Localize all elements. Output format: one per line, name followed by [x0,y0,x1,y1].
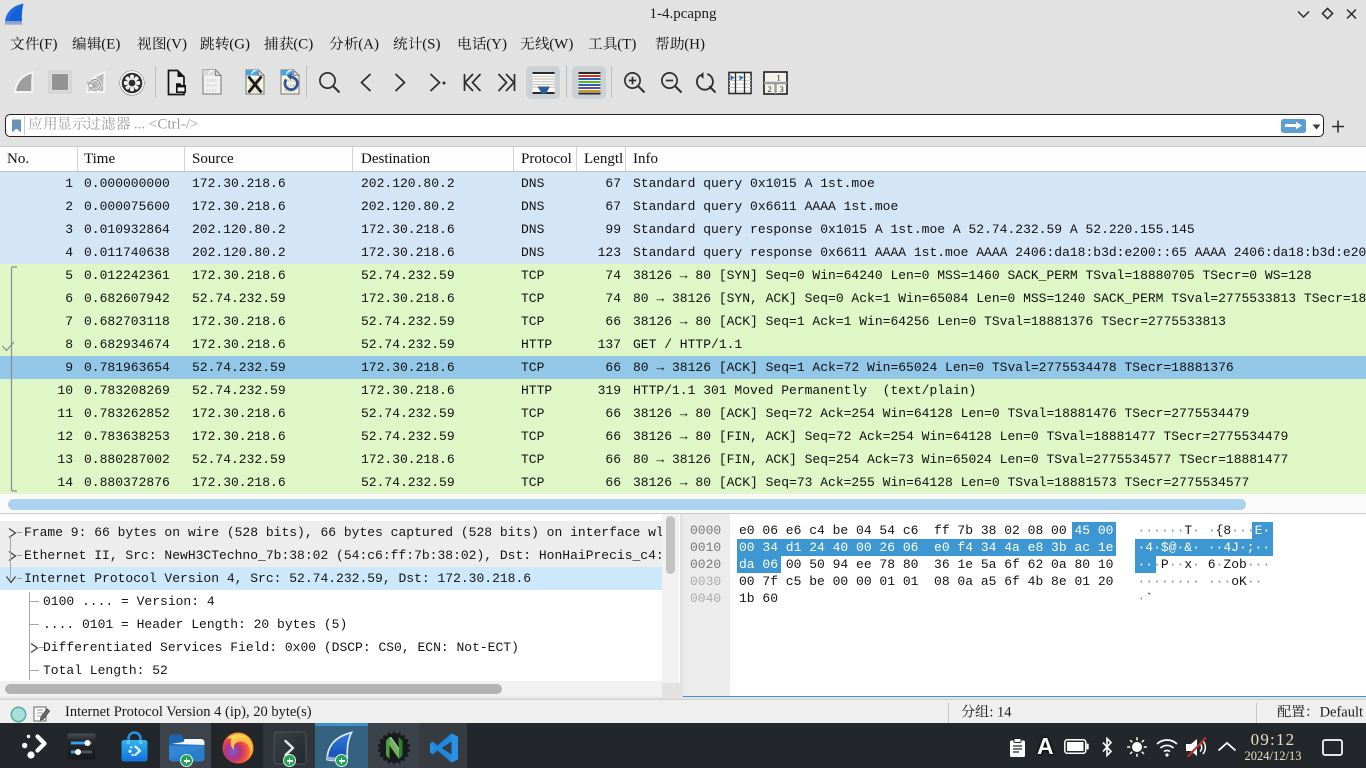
svg-text:2: 2 [768,84,772,94]
svg-text:0111: 0111 [206,88,217,94]
svg-text:1: 1 [777,73,781,83]
svg-text:3: 3 [780,84,784,94]
